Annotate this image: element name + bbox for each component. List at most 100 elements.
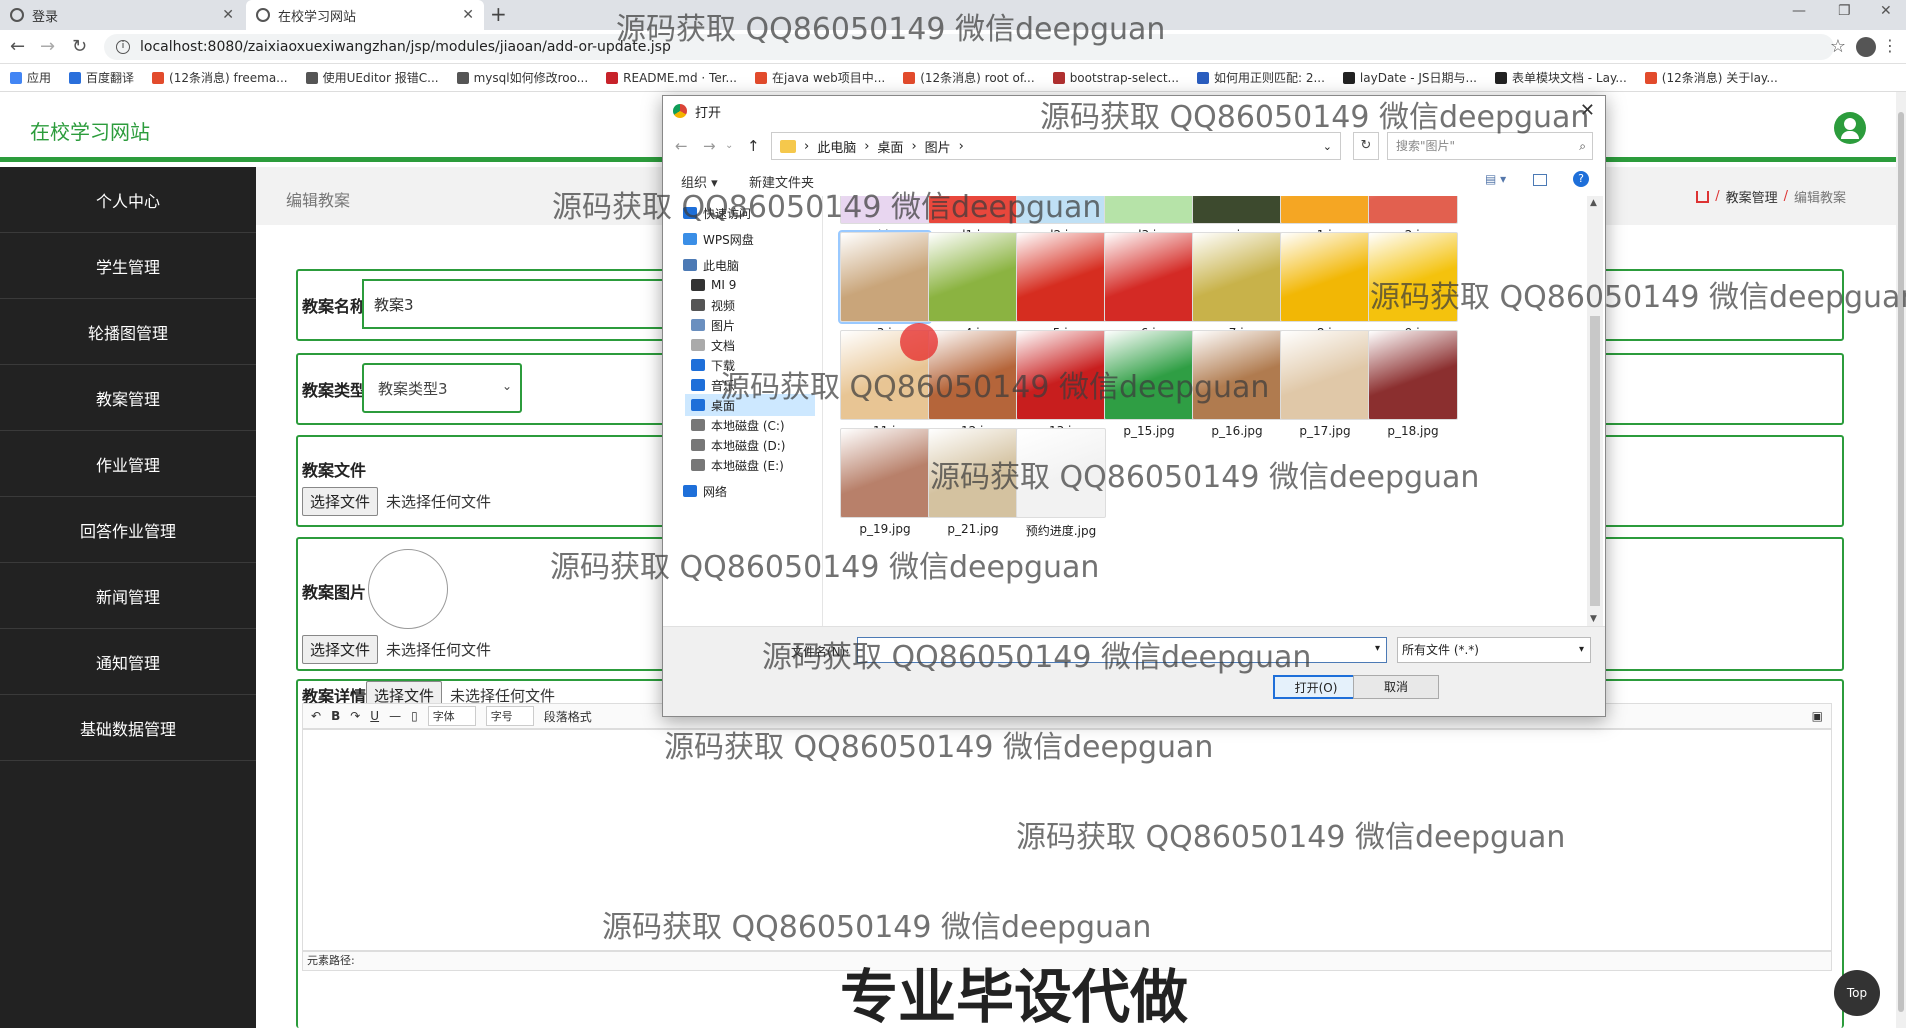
- tree-item[interactable]: 文档: [691, 334, 735, 356]
- reload-icon[interactable]: ↻: [72, 36, 87, 57]
- open-button[interactable]: 打开(O): [1273, 675, 1359, 699]
- bold-icon[interactable]: B: [331, 709, 340, 723]
- undo-icon[interactable]: ↶: [311, 709, 321, 723]
- scroll-down-icon[interactable]: ▼: [1590, 614, 1597, 624]
- size-select[interactable]: 字号: [485, 706, 534, 726]
- file-item[interactable]: p_6.jpg: [1101, 232, 1197, 340]
- tree-item[interactable]: 网络: [683, 480, 727, 502]
- sidebar-item-news[interactable]: 新闻管理: [0, 563, 256, 629]
- back-icon[interactable]: ←: [675, 137, 688, 155]
- restore-icon[interactable]: ❐: [1838, 3, 1851, 19]
- bookmark-item[interactable]: 百度翻译: [69, 69, 134, 86]
- info-icon[interactable]: i: [116, 40, 130, 54]
- tree-item[interactable]: 此电脑: [683, 254, 739, 276]
- refresh-icon[interactable]: ↻: [1353, 132, 1379, 160]
- file-scrollbar[interactable]: ▲ ▼: [1587, 196, 1603, 626]
- file-item[interactable]: p_17.jpg: [1277, 330, 1373, 438]
- window-close-icon[interactable]: ✕: [1880, 3, 1892, 19]
- sidebar-item-personal-center[interactable]: 个人中心: [0, 167, 256, 233]
- filetype-select[interactable]: 所有文件 (*.*) ▾: [1397, 637, 1591, 663]
- user-avatar-icon[interactable]: [1834, 112, 1866, 144]
- filename-input[interactable]: ▾: [857, 637, 1387, 663]
- url-input[interactable]: i localhost:8080/zaixiaoxuexiwangzhan/js…: [104, 34, 1834, 60]
- bookmark-item[interactable]: (12条消息) freema...: [152, 69, 288, 86]
- sidebar-item-homework-answers[interactable]: 回答作业管理: [0, 497, 256, 563]
- chevron-down-icon[interactable]: ⌄: [1323, 140, 1332, 153]
- file-item[interactable]: p_8.jpg: [1277, 232, 1373, 340]
- file-item[interactable]: p_21.jpg: [925, 428, 1021, 536]
- file-item[interactable]: p_13.jpg: [1013, 330, 1109, 438]
- bookmark-item[interactable]: 表单模块文档 - Lay...: [1494, 69, 1627, 86]
- cancel-button[interactable]: 取消: [1353, 675, 1439, 699]
- tree-item[interactable]: 桌面: [685, 394, 815, 416]
- site-logo[interactable]: 在校学习网站: [30, 116, 150, 145]
- horizontal-rule-icon[interactable]: —: [389, 709, 401, 723]
- up-icon[interactable]: ↑: [747, 137, 760, 155]
- underline-icon[interactable]: U: [370, 709, 379, 723]
- close-icon[interactable]: ✕: [1580, 100, 1595, 121]
- tree-item[interactable]: MI 9: [691, 274, 736, 296]
- page-scrollbar[interactable]: [1896, 92, 1906, 1028]
- new-folder-button[interactable]: 新建文件夹: [749, 172, 814, 191]
- preview-pane-icon[interactable]: [1533, 174, 1547, 186]
- tab-login[interactable]: 登录 ✕: [0, 0, 244, 30]
- bookmark-item[interactable]: layDate - JS日期与...: [1342, 69, 1477, 86]
- tree-item[interactable]: 快速访问: [683, 202, 751, 224]
- file-item[interactable]: p_4.jpg: [925, 232, 1021, 340]
- choose-image-button[interactable]: 选择文件: [302, 635, 379, 664]
- view-options-icon[interactable]: ▤ ▾: [1485, 172, 1506, 186]
- minimize-icon[interactable]: —: [1792, 3, 1806, 19]
- tree-item[interactable]: WPS网盘: [683, 228, 754, 250]
- file-item[interactable]: p_19.jpg: [837, 428, 933, 536]
- file-item[interactable]: p_5.jpg: [1013, 232, 1109, 340]
- organize-button[interactable]: 组织 ▾: [681, 172, 718, 191]
- sidebar-item-notices[interactable]: 通知管理: [0, 629, 256, 695]
- home-icon[interactable]: [1696, 190, 1710, 203]
- menu-icon[interactable]: ⋮: [1882, 36, 1898, 55]
- chevron-down-icon[interactable]: ⌄: [725, 140, 733, 151]
- sidebar-item-carousel[interactable]: 轮播图管理: [0, 299, 256, 365]
- tree-item[interactable]: 本地磁盘 (C:): [691, 414, 785, 436]
- file-item[interactable]: 预约进度.jpg: [1013, 428, 1109, 539]
- type-select[interactable]: 教案类型3 ⌄: [362, 363, 522, 413]
- tree-item[interactable]: 音乐: [691, 374, 735, 396]
- tree-item[interactable]: 本地磁盘 (D:): [691, 434, 785, 456]
- bookmark-item[interactable]: README.md · Ter...: [606, 71, 737, 85]
- file-item[interactable]: p_7.jpg: [1189, 232, 1285, 340]
- bookmark-item[interactable]: 应用: [10, 69, 51, 86]
- back-to-top-button[interactable]: Top: [1834, 970, 1880, 1016]
- bookmark-item[interactable]: 使用UEditor 报错C...: [305, 69, 439, 86]
- tree-item[interactable]: 本地磁盘 (E:): [691, 454, 784, 476]
- close-icon[interactable]: ✕: [462, 7, 474, 23]
- close-icon[interactable]: ✕: [222, 7, 234, 23]
- file-item[interactable]: p_15.jpg: [1101, 330, 1197, 438]
- bookmark-item[interactable]: (12条消息) 关于lay...: [1644, 69, 1778, 86]
- scroll-up-icon[interactable]: ▲: [1590, 198, 1597, 208]
- sidebar-item-base-data[interactable]: 基础数据管理: [0, 695, 256, 761]
- redo-icon[interactable]: ↷: [350, 709, 360, 723]
- file-item[interactable]: p_16.jpg: [1189, 330, 1285, 438]
- paragraph-select[interactable]: 段落格式: [544, 708, 592, 725]
- fullscreen-icon[interactable]: ▣: [1812, 709, 1823, 723]
- sidebar-item-homework[interactable]: 作业管理: [0, 431, 256, 497]
- font-select[interactable]: 字体: [427, 706, 476, 726]
- bookmark-item[interactable]: 如何用正则匹配: 2...: [1196, 69, 1325, 86]
- bookmark-item[interactable]: 在java web项目中...: [755, 69, 885, 86]
- new-tab-button[interactable]: +: [490, 2, 507, 26]
- editor-content[interactable]: [302, 729, 1832, 951]
- star-icon[interactable]: ☆: [1830, 36, 1846, 57]
- profile-icon[interactable]: [1856, 37, 1876, 57]
- back-icon[interactable]: ←: [10, 36, 25, 57]
- tab-site[interactable]: 在校学习网站 ✕: [246, 0, 484, 30]
- tree-item[interactable]: 图片: [691, 314, 735, 336]
- sidebar-item-students[interactable]: 学生管理: [0, 233, 256, 299]
- choose-file-button[interactable]: 选择文件: [302, 487, 379, 516]
- document-icon[interactable]: ▯: [411, 709, 418, 723]
- forward-icon[interactable]: →: [40, 36, 55, 57]
- bookmark-item[interactable]: bootstrap-select...: [1052, 71, 1179, 85]
- dialog-search-input[interactable]: 搜索"图片" ⌕: [1387, 132, 1593, 160]
- bookmark-item[interactable]: mysql如何修改roo...: [456, 69, 588, 86]
- help-icon[interactable]: ?: [1573, 171, 1589, 187]
- bookmark-item[interactable]: (12条消息) root of...: [903, 69, 1035, 86]
- path-breadcrumb[interactable]: › 此电脑 › 桌面 › 图片 › ⌄: [771, 132, 1341, 160]
